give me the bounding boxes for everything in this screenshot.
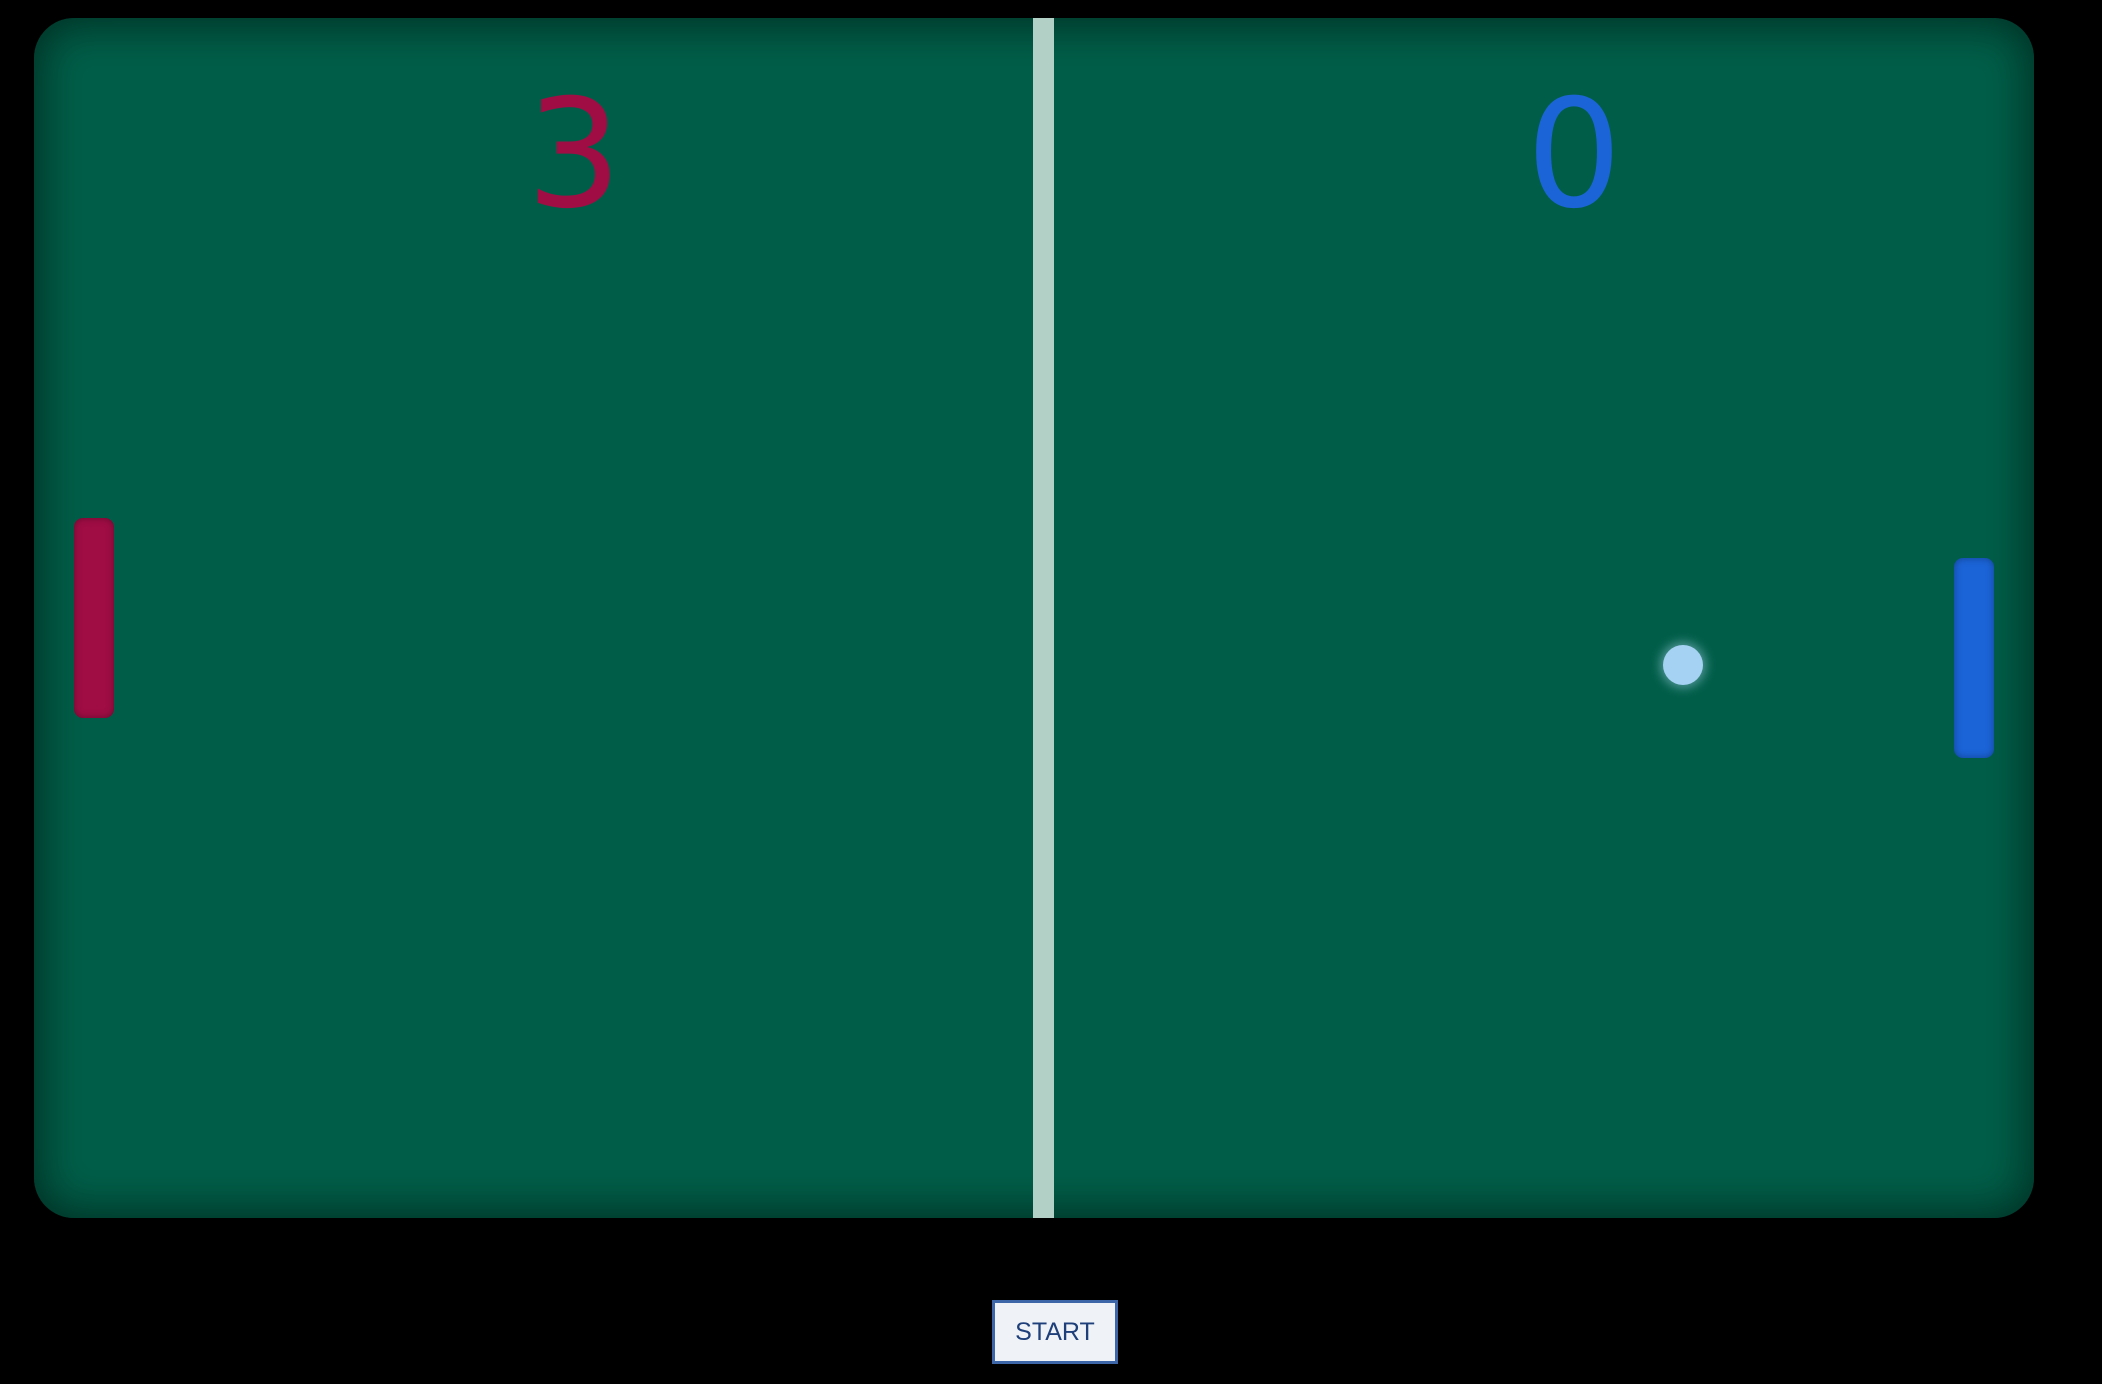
center-net: [1033, 18, 1054, 1218]
game-stage: 3 0 START: [0, 0, 2102, 1384]
ball: [1663, 645, 1703, 685]
start-button[interactable]: START: [992, 1300, 1118, 1364]
pong-table: 3 0: [34, 18, 2034, 1218]
right-paddle[interactable]: [1954, 558, 1994, 758]
left-player-score: 3: [526, 68, 622, 242]
right-player-score: 0: [1526, 68, 1622, 242]
left-paddle[interactable]: [74, 518, 114, 718]
